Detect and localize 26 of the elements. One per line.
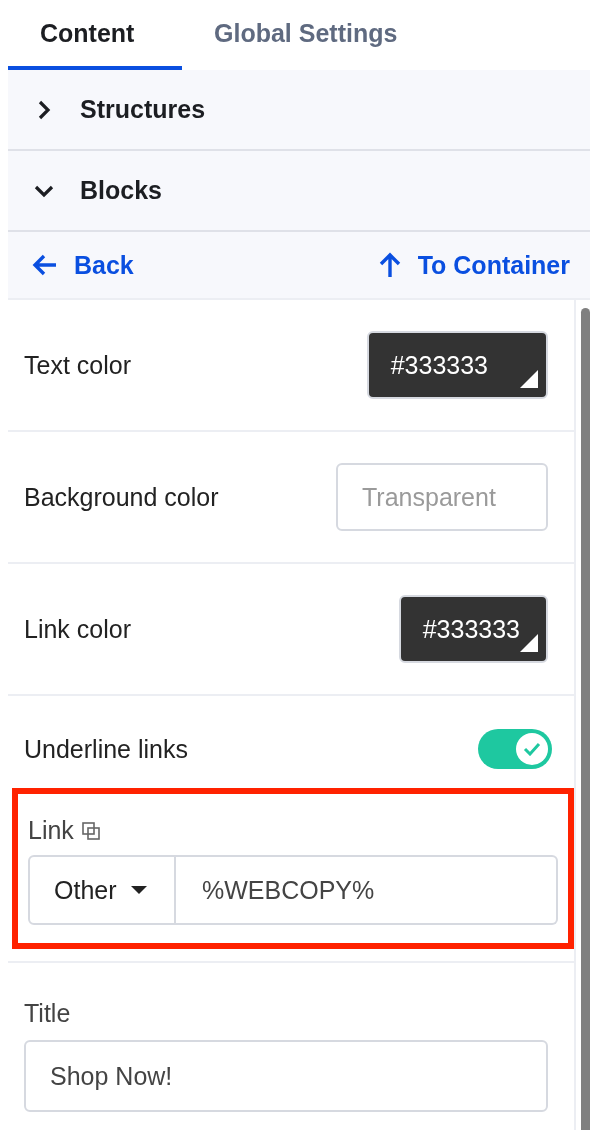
arrow-left-icon bbox=[32, 253, 58, 277]
corner-triangle-icon bbox=[520, 634, 538, 652]
tab[interactable]: Global Settings bbox=[182, 0, 438, 70]
accordion-header[interactable]: Structures bbox=[8, 70, 590, 151]
setting-label: Background color bbox=[24, 482, 219, 512]
caret-down-icon bbox=[130, 885, 147, 895]
setting-label: Text color bbox=[24, 350, 131, 380]
arrow-up-icon bbox=[377, 252, 402, 278]
check-icon bbox=[523, 742, 541, 756]
setting-label: Link color bbox=[24, 614, 131, 644]
back-link[interactable]: Back bbox=[32, 250, 134, 280]
color-picker[interactable]: #333333 bbox=[398, 595, 548, 663]
color-input-field[interactable]: Transparent bbox=[336, 463, 548, 531]
link-url-field[interactable]: %WEBCOPY% bbox=[176, 855, 558, 925]
scrollbar[interactable] bbox=[581, 308, 590, 1130]
to-container-link[interactable]: To Container bbox=[377, 250, 570, 280]
overlapping-squares-icon bbox=[81, 821, 100, 840]
toggle-switch[interactable] bbox=[478, 729, 552, 769]
field-label: Title bbox=[24, 999, 71, 1028]
field-label: Link bbox=[28, 816, 74, 845]
color-picker[interactable]: #333333 bbox=[366, 331, 548, 399]
accordion-header[interactable]: Blocks bbox=[8, 151, 590, 232]
title-field[interactable]: Shop Now! bbox=[24, 1040, 548, 1112]
corner-triangle-icon bbox=[520, 370, 538, 388]
setting-label: Underline links bbox=[24, 734, 188, 764]
link-type-dropdown[interactable]: Other bbox=[28, 855, 176, 925]
